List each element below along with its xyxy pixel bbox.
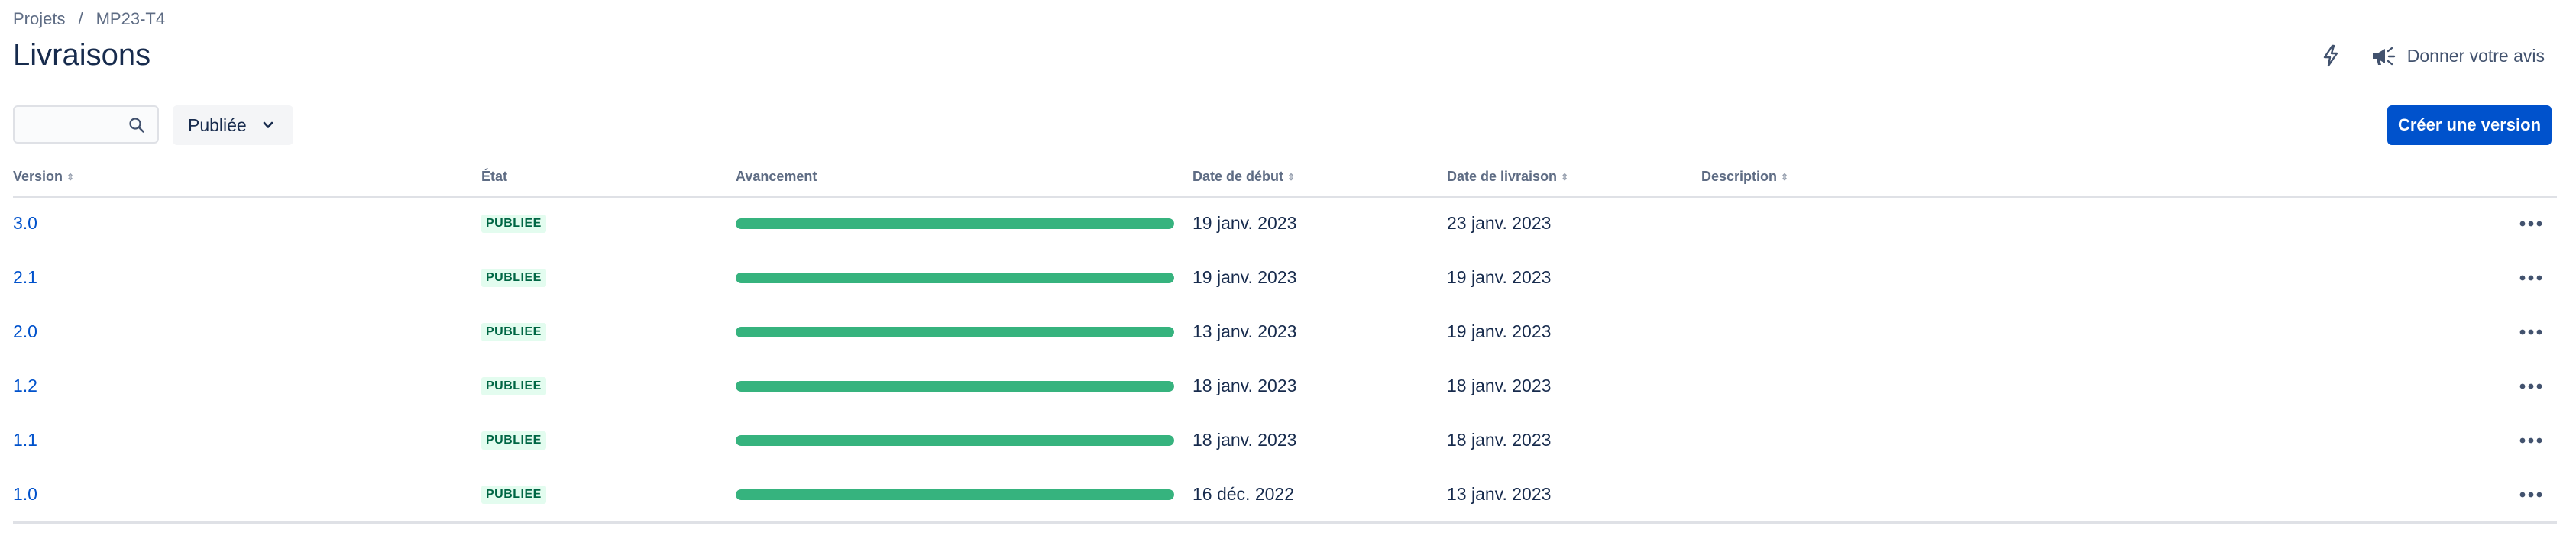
release-date: 23 janv. 2023 — [1447, 213, 1552, 233]
progress-bar-fill — [736, 272, 1174, 283]
search-input[interactable] — [24, 114, 134, 135]
version-link[interactable]: 2.1 — [13, 267, 37, 288]
sort-icon: ⇕ — [1781, 171, 1789, 182]
version-link[interactable]: 1.0 — [13, 484, 37, 505]
progress-bar-fill — [736, 380, 1174, 392]
status-badge: PUBLIEE — [481, 322, 546, 341]
table-row: 1.2 PUBLIEE 18 janv. 2023 18 janv. 2023 — [13, 359, 2557, 413]
column-start-date-label: Date de début — [1193, 169, 1284, 184]
chevron-down-icon — [263, 121, 273, 128]
release-date: 18 janv. 2023 — [1447, 376, 1552, 395]
progress-bar-fill — [736, 489, 1174, 500]
status-filter-select[interactable]: Publiée — [173, 105, 293, 145]
column-version[interactable]: Version ⇕ — [13, 169, 74, 185]
table-divider — [13, 521, 2557, 524]
column-version-label: Version — [13, 169, 63, 184]
version-link[interactable]: 1.1 — [13, 430, 37, 450]
page-title: Livraisons — [13, 38, 151, 72]
breadcrumb-item-projects[interactable]: Projets — [13, 9, 65, 29]
release-date: 19 janv. 2023 — [1447, 321, 1552, 341]
version-link[interactable]: 2.0 — [13, 321, 37, 342]
progress-bar-fill — [736, 218, 1174, 229]
more-actions-button[interactable] — [2511, 263, 2551, 293]
more-icon — [2519, 329, 2542, 334]
progress-bar-fill — [736, 434, 1174, 446]
sort-icon: ⇕ — [1561, 171, 1569, 182]
release-date: 18 janv. 2023 — [1447, 430, 1552, 450]
progress-bar — [736, 489, 1174, 500]
table-row: 3.0 PUBLIEE 19 janv. 2023 23 janv. 2023 — [13, 196, 2557, 250]
more-actions-button[interactable] — [2511, 371, 2551, 402]
breadcrumb-separator: / — [78, 9, 83, 28]
search-field — [13, 105, 159, 144]
progress-bar — [736, 218, 1174, 229]
search-icon — [129, 118, 144, 133]
more-icon — [2519, 492, 2542, 497]
start-date: 18 janv. 2023 — [1193, 430, 1297, 450]
progress-bar — [736, 434, 1174, 446]
start-date: 13 janv. 2023 — [1193, 321, 1297, 341]
progress-bar — [736, 326, 1174, 337]
status-badge: PUBLIEE — [481, 431, 546, 450]
breadcrumb: Projets / MP23-T4 — [13, 9, 165, 29]
lightning-icon — [2323, 44, 2338, 67]
version-link[interactable]: 1.2 — [13, 376, 37, 396]
release-date: 19 janv. 2023 — [1447, 267, 1552, 287]
status-badge: PUBLIEE — [481, 268, 546, 287]
more-actions-button[interactable] — [2511, 208, 2551, 239]
column-state-label: État — [481, 169, 508, 184]
status-badge: PUBLIEE — [481, 485, 546, 504]
sort-icon: ⇕ — [66, 171, 75, 182]
more-actions-button[interactable] — [2511, 479, 2551, 510]
start-date: 18 janv. 2023 — [1193, 376, 1297, 395]
progress-bar — [736, 380, 1174, 392]
start-date: 19 janv. 2023 — [1193, 267, 1297, 287]
status-filter-value: Publiée — [188, 115, 247, 135]
feedback-label: Donner votre avis — [2406, 45, 2545, 66]
more-actions-button[interactable] — [2511, 425, 2551, 456]
more-actions-button[interactable] — [2511, 317, 2551, 347]
feedback-button[interactable]: Donner votre avis — [2366, 41, 2549, 70]
column-progress: Avancement — [736, 169, 817, 185]
version-link[interactable]: 3.0 — [13, 213, 37, 234]
automation-button[interactable] — [2311, 40, 2351, 72]
table-row: 1.0 PUBLIEE 16 déc. 2022 13 janv. 2023 — [13, 467, 2557, 521]
column-description[interactable]: Description ⇕ — [1701, 169, 1788, 185]
progress-bar-fill — [736, 326, 1174, 337]
status-badge: PUBLIEE — [481, 214, 546, 233]
column-release-date-label: Date de livraison — [1447, 169, 1558, 184]
column-state: État — [481, 169, 507, 185]
megaphone-icon — [2372, 47, 2395, 66]
create-version-button[interactable]: Créer une version — [2387, 105, 2552, 145]
more-icon — [2519, 275, 2542, 280]
release-date: 13 janv. 2023 — [1447, 484, 1552, 504]
progress-bar — [736, 272, 1174, 283]
start-date: 16 déc. 2022 — [1193, 484, 1295, 504]
more-icon — [2519, 221, 2542, 226]
status-badge: PUBLIEE — [481, 376, 546, 395]
start-date: 19 janv. 2023 — [1193, 213, 1297, 233]
sort-icon: ⇕ — [1287, 171, 1296, 182]
table-header: Version ⇕ État Avancement Date de début … — [13, 169, 2557, 198]
table-row: 1.1 PUBLIEE 18 janv. 2023 18 janv. 2023 — [13, 413, 2557, 467]
table-row: 2.0 PUBLIEE 13 janv. 2023 19 janv. 2023 — [13, 305, 2557, 359]
more-icon — [2519, 437, 2542, 443]
column-progress-label: Avancement — [736, 169, 817, 184]
column-description-label: Description — [1701, 169, 1778, 184]
breadcrumb-item-project[interactable]: MP23-T4 — [96, 9, 165, 29]
page-actions: Donner votre avis — [2311, 40, 2549, 72]
column-start-date[interactable]: Date de début ⇕ — [1193, 169, 1295, 185]
column-release-date[interactable]: Date de livraison ⇕ — [1447, 169, 1568, 185]
table-row: 2.1 PUBLIEE 19 janv. 2023 19 janv. 2023 — [13, 250, 2557, 305]
more-icon — [2519, 383, 2542, 389]
